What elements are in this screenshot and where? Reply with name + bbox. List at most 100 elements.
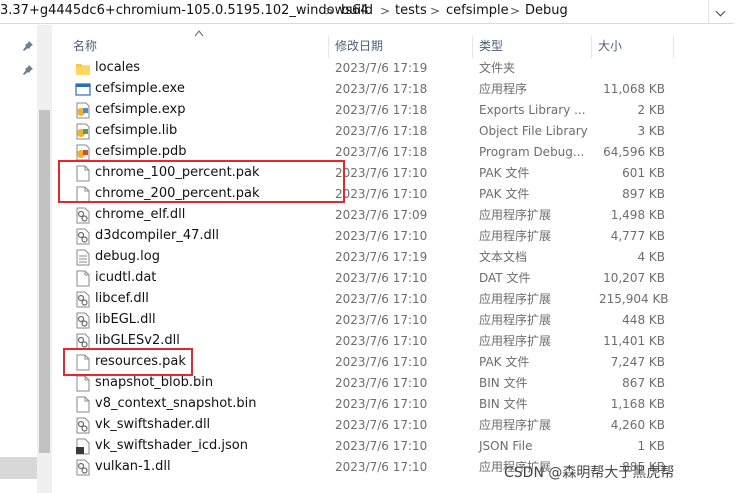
file-date: 2023/7/6 17:10 bbox=[335, 460, 428, 474]
breadcrumb-separator-icon[interactable]: > bbox=[325, 3, 335, 19]
file-type: PAK 文件 bbox=[479, 166, 530, 180]
file-type: JSON File bbox=[479, 439, 533, 453]
file-size: 4,260 KB bbox=[610, 418, 665, 432]
file-name: vk_swiftshader.dll bbox=[95, 417, 211, 432]
dll-icon bbox=[76, 291, 90, 308]
address-history-dropdown-icon[interactable] bbox=[708, 0, 732, 24]
column-divider[interactable] bbox=[328, 36, 329, 58]
dll-icon bbox=[76, 312, 90, 329]
file-type: Program Debug... bbox=[479, 145, 585, 159]
nav-selected-item[interactable] bbox=[0, 457, 37, 479]
file-name: chrome_elf.dll bbox=[95, 207, 186, 222]
list-item[interactable]: chrome_elf.dll 2023/7/6 17:09 应用程序扩展 1,4… bbox=[60, 205, 740, 226]
exp-icon bbox=[76, 102, 90, 119]
list-item[interactable]: vk_swiftshader.dll 2023/7/6 17:10 应用程序扩展… bbox=[60, 415, 740, 436]
file-date: 2023/7/6 17:10 bbox=[335, 418, 428, 432]
json-icon bbox=[76, 438, 90, 455]
file-date: 2023/7/6 17:10 bbox=[335, 271, 428, 285]
list-item[interactable]: snapshot_blob.bin 2023/7/6 17:10 BIN 文件 … bbox=[60, 373, 740, 394]
file-icon bbox=[76, 270, 90, 287]
file-name: vulkan-1.dll bbox=[95, 459, 171, 474]
file-date: 2023/7/6 17:18 bbox=[335, 103, 428, 117]
file-size: 11,068 KB bbox=[603, 82, 665, 96]
file-date: 2023/7/6 17:19 bbox=[335, 61, 428, 75]
file-size: 3 KB bbox=[637, 124, 665, 138]
file-date: 2023/7/6 17:10 bbox=[335, 187, 428, 201]
address-bar[interactable]: 3.37+g4445dc6+chromium-105.0.5195.102_wi… bbox=[0, 0, 755, 24]
file-date: 2023/7/6 17:18 bbox=[335, 124, 428, 138]
file-size: 2 KB bbox=[637, 103, 665, 117]
file-size: 7,247 KB bbox=[610, 355, 665, 369]
breadcrumb-chromium[interactable]: 3.37+g4445dc6+chromium-105.0.5195.102_wi… bbox=[0, 3, 369, 19]
pdb-icon bbox=[76, 144, 90, 161]
refresh-button[interactable] bbox=[734, 0, 755, 24]
file-name: snapshot_blob.bin bbox=[95, 375, 214, 390]
breadcrumb-separator-icon[interactable]: > bbox=[430, 3, 440, 19]
list-item[interactable]: cefsimple.exe 2023/7/6 17:18 应用程序 11,068… bbox=[60, 79, 740, 100]
file-type: PAK 文件 bbox=[479, 187, 530, 201]
watermark: CSDN @森明帮大于黑虎帮 bbox=[504, 465, 675, 481]
file-type: 文件夹 bbox=[479, 61, 516, 75]
column-divider[interactable] bbox=[673, 36, 674, 58]
list-item[interactable]: v8_context_snapshot.bin 2023/7/6 17:10 B… bbox=[60, 394, 740, 415]
file-name: cefsimple.exp bbox=[95, 102, 186, 117]
breadcrumb-build[interactable]: build bbox=[341, 3, 373, 19]
list-item[interactable]: cefsimple.lib 2023/7/6 17:18 Object File… bbox=[60, 121, 740, 142]
file-type: 应用程序扩展 bbox=[479, 313, 552, 327]
column-header-type[interactable]: 类型 bbox=[479, 36, 503, 58]
file-size: 1,498 KB bbox=[610, 208, 665, 222]
highlight-box-pak-files bbox=[58, 160, 345, 203]
file-type: 应用程序扩展 bbox=[479, 208, 552, 222]
file-date: 2023/7/6 17:19 bbox=[335, 250, 428, 264]
list-item[interactable]: locales 2023/7/6 17:19 文件夹 bbox=[60, 58, 740, 79]
list-item[interactable]: icudtl.dat 2023/7/6 17:10 DAT 文件 10,207 … bbox=[60, 268, 740, 289]
text-file-icon bbox=[76, 249, 90, 266]
file-type: DAT 文件 bbox=[479, 271, 531, 285]
breadcrumb-cefsimple[interactable]: cefsimple bbox=[446, 3, 509, 19]
file-date: 2023/7/6 17:10 bbox=[335, 376, 428, 390]
breadcrumb-separator-icon[interactable]: > bbox=[380, 3, 390, 19]
file-size: 64,596 KB bbox=[603, 145, 665, 159]
file-date: 2023/7/6 17:10 bbox=[335, 166, 428, 180]
breadcrumb-tests[interactable]: tests bbox=[395, 3, 427, 19]
file-type: 应用程序扩展 bbox=[479, 229, 552, 243]
file-name: icudtl.dat bbox=[95, 270, 157, 285]
breadcrumb-separator-icon[interactable]: > bbox=[510, 3, 520, 19]
column-header-size[interactable]: 大小 bbox=[598, 36, 622, 58]
list-item[interactable]: libcef.dll 2023/7/6 17:10 应用程序扩展 215,904… bbox=[60, 289, 740, 310]
column-header-name[interactable]: 名称 bbox=[73, 36, 97, 58]
column-divider[interactable] bbox=[591, 36, 592, 58]
navigation-pane bbox=[0, 25, 52, 493]
file-type: BIN 文件 bbox=[479, 376, 528, 390]
file-size: 601 KB bbox=[622, 166, 665, 180]
file-date: 2023/7/6 17:09 bbox=[335, 208, 428, 222]
nav-scrollbar-thumb[interactable] bbox=[39, 110, 50, 453]
file-name: cefsimple.pdb bbox=[95, 144, 187, 159]
pin-icon bbox=[23, 65, 33, 75]
column-header-date[interactable]: 修改日期 bbox=[335, 36, 383, 58]
column-divider[interactable] bbox=[472, 36, 473, 58]
file-type: 文本文档 bbox=[479, 250, 528, 264]
lib-icon bbox=[76, 123, 90, 140]
file-size: 1 KB bbox=[637, 439, 665, 453]
file-name: libEGL.dll bbox=[95, 312, 156, 327]
file-date: 2023/7/6 17:10 bbox=[335, 229, 428, 243]
file-type: 应用程序扩展 bbox=[479, 334, 552, 348]
highlight-box-resources bbox=[63, 348, 193, 376]
list-item[interactable]: d3dcompiler_47.dll 2023/7/6 17:10 应用程序扩展… bbox=[60, 226, 740, 247]
file-size: 4 KB bbox=[637, 250, 665, 264]
folder-icon bbox=[76, 64, 90, 75]
file-type: Exports Library ... bbox=[479, 103, 586, 117]
file-name: cefsimple.exe bbox=[95, 81, 185, 96]
file-name: libcef.dll bbox=[95, 291, 149, 306]
list-item[interactable]: vk_swiftshader_icd.json 2023/7/6 17:10 J… bbox=[60, 436, 740, 457]
list-item[interactable]: debug.log 2023/7/6 17:19 文本文档 4 KB bbox=[60, 247, 740, 268]
list-item[interactable]: cefsimple.exp 2023/7/6 17:18 Exports Lib… bbox=[60, 100, 740, 121]
file-date: 2023/7/6 17:10 bbox=[335, 397, 428, 411]
list-item[interactable]: libEGL.dll 2023/7/6 17:10 应用程序扩展 448 KB bbox=[60, 310, 740, 331]
file-type: 应用程序扩展 bbox=[479, 292, 552, 306]
file-size: 4,777 KB bbox=[610, 229, 665, 243]
sort-ascending-icon bbox=[194, 30, 204, 37]
file-size: 1,168 KB bbox=[610, 397, 665, 411]
breadcrumb-debug[interactable]: Debug bbox=[525, 3, 568, 19]
